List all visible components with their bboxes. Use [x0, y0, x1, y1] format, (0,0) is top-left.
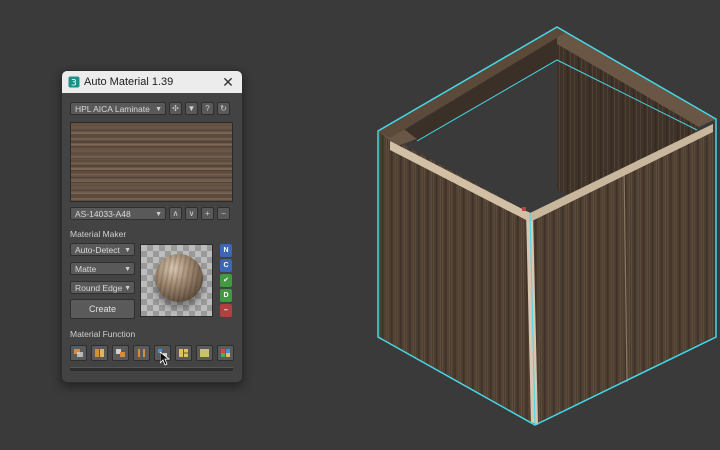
close-button[interactable]: ✕ [220, 74, 236, 90]
chevron-down-icon: ▼ [124, 285, 131, 292]
align-material-button[interactable] [112, 345, 129, 361]
apply-icon [74, 349, 83, 357]
crosshair-button[interactable]: ✣ [169, 102, 182, 115]
edge-dropdown[interactable]: Round Edge ▼ [70, 281, 135, 294]
mouse-cursor-icon [160, 352, 170, 366]
next-material-button[interactable]: ∨ [185, 207, 198, 220]
material-sphere-preview [140, 244, 213, 317]
remove-map-button[interactable]: – [220, 304, 232, 317]
detect-mode-value: Auto-Detect [75, 245, 120, 255]
align-icon [116, 349, 125, 357]
panel-title: Auto Material 1.39 [84, 76, 174, 88]
library-dropdown[interactable]: HPL AICA Laminate ▼ [70, 102, 166, 115]
panel-bottom-bar [70, 367, 233, 371]
fill-icon [200, 349, 209, 357]
library-dropdown-value: HPL AICA Laminate [75, 104, 150, 114]
cabinet-inner-side [397, 37, 559, 142]
split-icon [95, 349, 104, 357]
chevron-down-icon: ▼ [124, 247, 131, 254]
layout-material-button[interactable] [175, 345, 192, 361]
remove-material-button[interactable]: − [217, 207, 230, 220]
auto-material-panel: 3 Auto Material 1.39 ✕ HPL AICA Laminate… [61, 70, 243, 383]
help-icon: ? [205, 104, 210, 113]
palette-icon [221, 349, 230, 357]
filter-button[interactable]: ▼ [185, 102, 198, 115]
filter-icon: ▼ [187, 104, 196, 113]
cabinet-model[interactable] [377, 26, 717, 426]
chevron-down-icon: ▼ [155, 106, 162, 113]
finish-dropdown[interactable]: Matte ▼ [70, 262, 135, 275]
add-material-button[interactable]: + [201, 207, 214, 220]
material-function-label: Material Function [70, 329, 136, 339]
detect-mode-dropdown[interactable]: Auto-Detect ▼ [70, 243, 135, 256]
color-map-button[interactable]: C [220, 259, 232, 272]
layout-icon [179, 349, 188, 357]
help-button[interactable]: ? [201, 102, 214, 115]
crosshair-icon: ✣ [172, 104, 179, 113]
prev-material-button[interactable]: ∧ [169, 207, 182, 220]
flip-material-button[interactable] [133, 345, 150, 361]
finish-value: Matte [75, 264, 97, 274]
displacement-map-button[interactable]: D [220, 289, 232, 302]
sphere-render [155, 254, 203, 302]
top-rail-back [378, 27, 565, 138]
chevron-down-icon: ▼ [155, 211, 162, 218]
material-dropdown[interactable]: AS-14033-A48 ▼ [70, 207, 166, 220]
fill-material-button[interactable] [196, 345, 213, 361]
apply-material-button[interactable] [70, 345, 87, 361]
palette-material-button[interactable] [217, 345, 234, 361]
refresh-button[interactable]: ↻ [217, 102, 230, 115]
refresh-icon: ↻ [220, 104, 227, 113]
check-button[interactable]: ✔ [220, 274, 232, 287]
corner-marker [522, 207, 526, 211]
chevron-down-icon: ▼ [124, 266, 131, 273]
material-maker-label: Material Maker [70, 229, 127, 239]
edge-value: Round Edge [75, 283, 123, 293]
flip-icon [138, 349, 145, 357]
svg-text:3: 3 [71, 79, 77, 89]
panel-titlebar[interactable]: 3 Auto Material 1.39 ✕ [62, 71, 242, 93]
app-logo-icon: 3 [68, 76, 80, 88]
split-material-button[interactable] [91, 345, 108, 361]
material-swatch-preview[interactable] [70, 122, 233, 202]
create-button[interactable]: Create [70, 299, 135, 319]
material-dropdown-value: AS-14033-A48 [75, 209, 131, 219]
normal-map-button[interactable]: N [220, 244, 232, 257]
